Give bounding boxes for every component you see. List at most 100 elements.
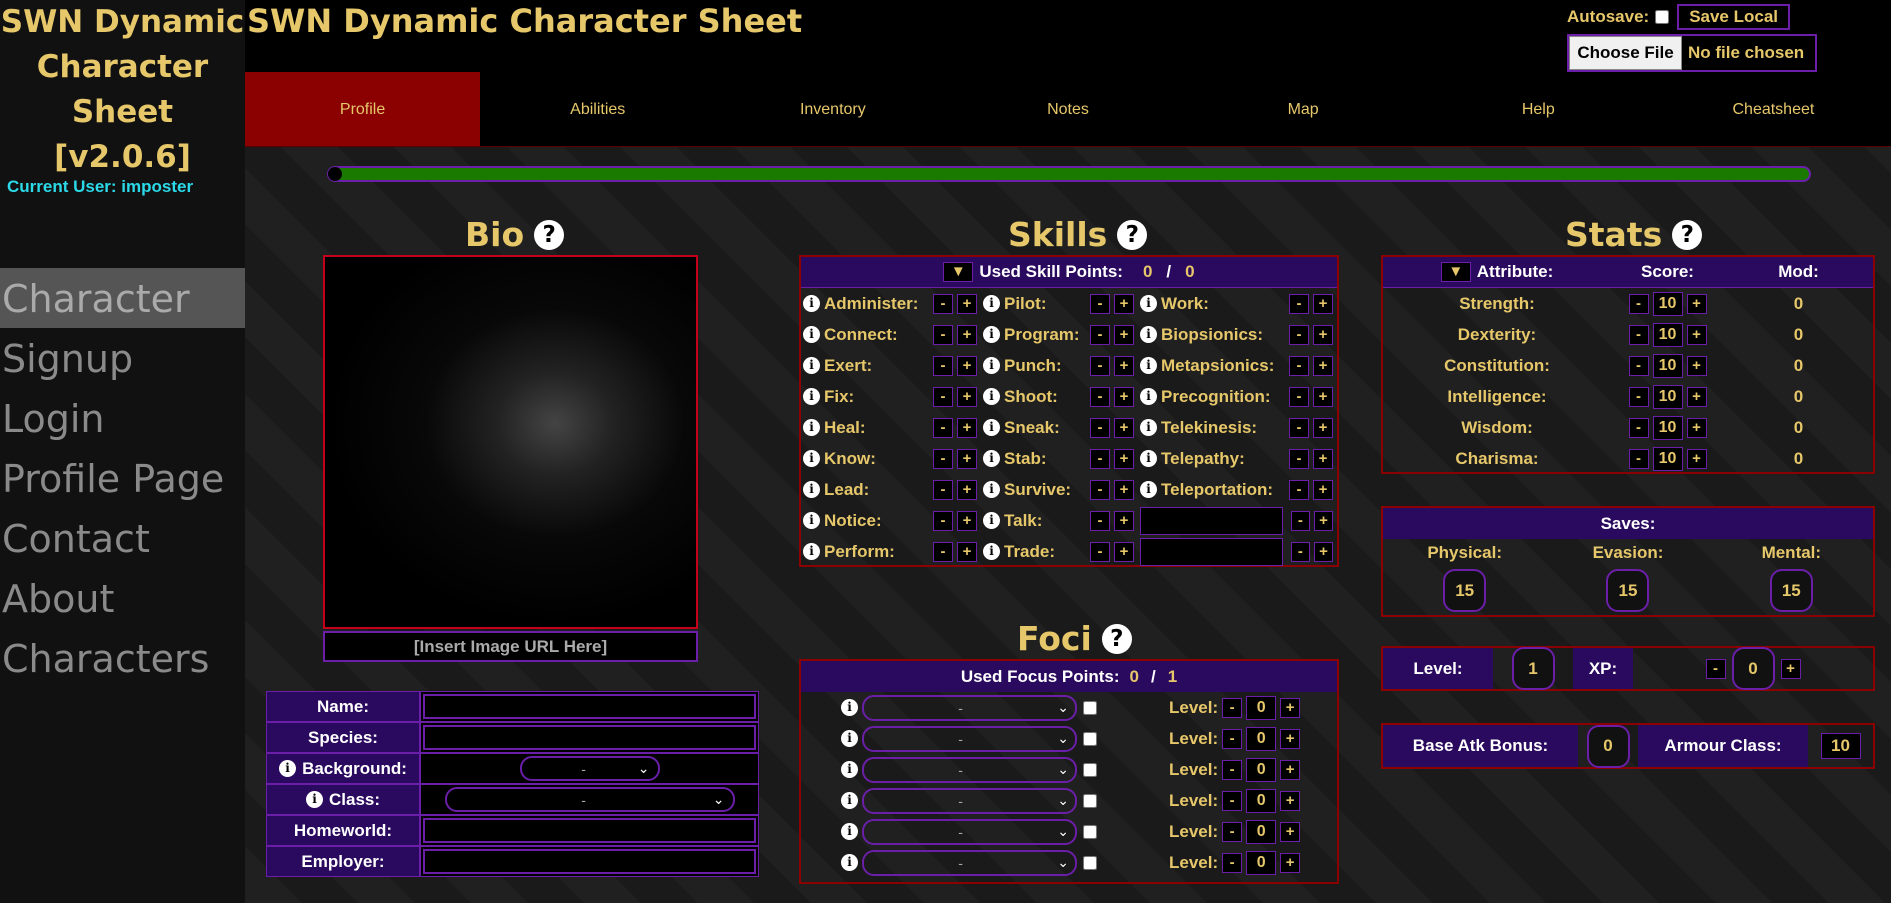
skill-plus-button[interactable]: + xyxy=(1114,448,1134,469)
focus-level-value[interactable]: 0 xyxy=(1246,726,1277,751)
stat-score[interactable]: 10 xyxy=(1652,353,1683,378)
skill-minus-button[interactable]: - xyxy=(1090,479,1110,500)
skill-info-icon[interactable]: i xyxy=(1140,388,1157,405)
skill-info-icon[interactable]: i xyxy=(803,295,820,312)
skill-plus-button[interactable]: + xyxy=(1313,386,1333,407)
focus-plus-button[interactable]: + xyxy=(1280,759,1301,780)
progress-handle[interactable] xyxy=(328,167,342,181)
focus-info-icon[interactable]: i xyxy=(841,730,858,747)
skill-plus-button[interactable]: + xyxy=(957,324,977,345)
species-field[interactable] xyxy=(423,725,756,750)
nav-item-contact[interactable]: Contact xyxy=(0,508,245,568)
skill-minus-button[interactable]: - xyxy=(933,541,953,562)
focus-select[interactable]: - ⌄ xyxy=(862,787,1077,814)
skill-info-icon[interactable]: i xyxy=(983,512,1000,529)
skill-plus-button[interactable]: + xyxy=(1313,293,1333,314)
skill-minus-button[interactable]: - xyxy=(933,510,953,531)
stat-minus-button[interactable]: - xyxy=(1628,448,1649,469)
focus-select[interactable]: - ⌄ xyxy=(862,694,1077,721)
skill-plus-button[interactable]: + xyxy=(1114,541,1134,562)
tab-help[interactable]: Help xyxy=(1421,72,1656,146)
skill-info-icon[interactable]: i xyxy=(803,543,820,560)
focus-checkbox[interactable] xyxy=(1083,793,1097,808)
focus-info-icon[interactable]: i xyxy=(841,699,858,716)
employer-field[interactable] xyxy=(423,849,756,874)
xp-plus-button[interactable]: + xyxy=(1780,658,1801,679)
tab-inventory[interactable]: Inventory xyxy=(715,72,950,146)
custom-skill-input[interactable] xyxy=(1140,506,1283,535)
skill-minus-button[interactable]: - xyxy=(933,386,953,407)
stat-minus-button[interactable]: - xyxy=(1628,324,1649,345)
save-local-button[interactable]: Save Local xyxy=(1677,4,1791,30)
focus-plus-button[interactable]: + xyxy=(1280,728,1301,749)
focus-minus-button[interactable]: - xyxy=(1222,821,1243,842)
foci-help-icon[interactable]: ? xyxy=(1101,623,1132,654)
stat-plus-button[interactable]: + xyxy=(1686,293,1707,314)
skill-plus-button[interactable]: + xyxy=(957,355,977,376)
skill-plus-button[interactable]: + xyxy=(957,417,977,438)
skill-info-icon[interactable]: i xyxy=(983,543,1000,560)
skill-minus-button[interactable]: - xyxy=(1090,541,1110,562)
nav-item-character[interactable]: Character xyxy=(0,268,245,328)
skill-info-icon[interactable]: i xyxy=(983,419,1000,436)
progress-bar[interactable] xyxy=(327,166,1811,182)
focus-plus-button[interactable]: + xyxy=(1280,852,1301,873)
stat-score[interactable]: 10 xyxy=(1652,322,1683,347)
skill-plus-button[interactable]: + xyxy=(1114,355,1134,376)
focus-level-value[interactable]: 0 xyxy=(1246,850,1277,875)
skill-minus-button[interactable]: - xyxy=(1289,324,1309,345)
nav-item-login[interactable]: Login xyxy=(0,388,245,448)
focus-select[interactable]: - ⌄ xyxy=(862,818,1077,845)
tab-abilities[interactable]: Abilities xyxy=(480,72,715,146)
skill-info-icon[interactable]: i xyxy=(803,481,820,498)
skill-plus-button[interactable]: + xyxy=(1114,417,1134,438)
skills-toggle-button[interactable]: ▼ xyxy=(943,262,974,282)
skill-minus-button[interactable]: - xyxy=(933,448,953,469)
stats-toggle-button[interactable]: ▼ xyxy=(1440,262,1471,282)
focus-checkbox[interactable] xyxy=(1083,762,1097,777)
focus-level-value[interactable]: 0 xyxy=(1246,695,1277,720)
skill-minus-button[interactable]: - xyxy=(1090,355,1110,376)
class-select[interactable]: - ⌄ xyxy=(444,787,735,812)
stat-plus-button[interactable]: + xyxy=(1686,448,1707,469)
skill-minus-button[interactable]: - xyxy=(1090,293,1110,314)
focus-level-value[interactable]: 0 xyxy=(1246,788,1277,813)
nav-item-signup[interactable]: Signup xyxy=(0,328,245,388)
skills-help-icon[interactable]: ? xyxy=(1117,219,1148,250)
skill-info-icon[interactable]: i xyxy=(803,357,820,374)
focus-checkbox[interactable] xyxy=(1083,824,1097,839)
skill-info-icon[interactable]: i xyxy=(983,357,1000,374)
focus-select[interactable]: - ⌄ xyxy=(862,756,1077,783)
skill-minus-button[interactable]: - xyxy=(1290,510,1310,531)
focus-info-icon[interactable]: i xyxy=(841,761,858,778)
file-input[interactable]: Choose File No file chosen xyxy=(1567,34,1817,72)
stat-score[interactable]: 10 xyxy=(1652,415,1683,440)
stat-plus-button[interactable]: + xyxy=(1686,324,1707,345)
skill-minus-button[interactable]: - xyxy=(933,324,953,345)
nav-item-profile-page[interactable]: Profile Page xyxy=(0,448,245,508)
focus-level-value[interactable]: 0 xyxy=(1246,757,1277,782)
skill-info-icon[interactable]: i xyxy=(1140,295,1157,312)
skill-minus-button[interactable]: - xyxy=(1090,386,1110,407)
skill-info-icon[interactable]: i xyxy=(1140,326,1157,343)
skill-info-icon[interactable]: i xyxy=(803,512,820,529)
stat-minus-button[interactable]: - xyxy=(1628,355,1649,376)
class-info-icon[interactable]: i xyxy=(305,791,323,808)
focus-level-value[interactable]: 0 xyxy=(1246,819,1277,844)
skill-minus-button[interactable]: - xyxy=(1289,355,1309,376)
skill-minus-button[interactable]: - xyxy=(933,417,953,438)
focus-checkbox[interactable] xyxy=(1083,731,1097,746)
skill-info-icon[interactable]: i xyxy=(983,450,1000,467)
skill-plus-button[interactable]: + xyxy=(1313,417,1333,438)
skill-minus-button[interactable]: - xyxy=(1090,448,1110,469)
nav-item-characters[interactable]: Characters xyxy=(0,628,245,688)
stat-score[interactable]: 10 xyxy=(1652,384,1683,409)
stats-help-icon[interactable]: ? xyxy=(1672,219,1703,250)
skill-info-icon[interactable]: i xyxy=(803,419,820,436)
skill-info-icon[interactable]: i xyxy=(803,450,820,467)
skill-plus-button[interactable]: + xyxy=(1114,386,1134,407)
skill-plus-button[interactable]: + xyxy=(1114,479,1134,500)
stat-score[interactable]: 10 xyxy=(1652,291,1683,316)
skill-info-icon[interactable]: i xyxy=(983,295,1000,312)
autosave-checkbox[interactable] xyxy=(1655,10,1670,24)
